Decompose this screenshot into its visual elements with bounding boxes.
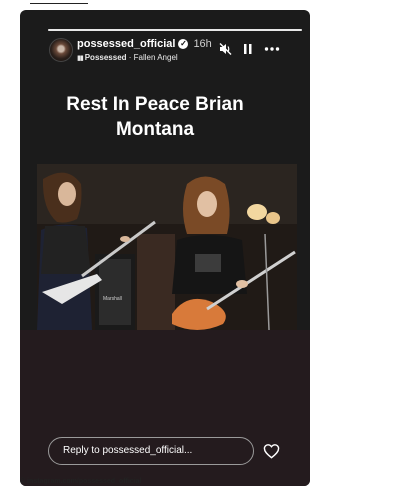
music-title: Fallen Angel [133,53,178,62]
story-photo: Marshall [37,164,297,330]
music-separator: · [126,53,134,62]
band-photo-illustration: Marshall [37,164,297,330]
speaker-muted-icon[interactable] [219,43,232,57]
music-artist: Possessed [84,53,127,62]
verified-badge-icon: ✓ [178,39,189,49]
story-header: possessed_official ✓ 16h [77,38,212,50]
story-progress-fill [48,29,302,31]
more-options-icon[interactable] [264,43,280,56]
svg-text:Marshall: Marshall [103,296,122,302]
story-progress-bar [48,29,302,31]
music-bars-icon: ▮▮ [77,55,84,62]
pause-icon[interactable] [243,43,253,57]
story-headline: Rest In Peace Brian Montana [66,94,244,140]
image-credit: © instagram.com/possessed_official [20,478,142,485]
top-divider [30,3,88,4]
music-info[interactable]: ▮▮ Possessed · Fallen Angel [77,53,178,62]
heart-icon[interactable] [263,443,280,459]
reply-input[interactable]: Reply to possessed_official... [48,437,254,465]
story-time: 16h [193,38,212,50]
avatar[interactable] [49,38,73,62]
username[interactable]: possessed_official [77,38,175,50]
